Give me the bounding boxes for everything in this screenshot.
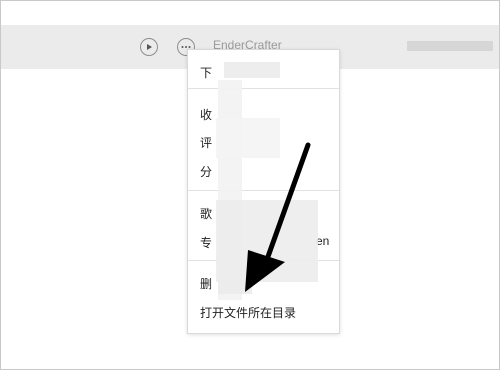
arrow-down-left-icon	[245, 142, 311, 292]
